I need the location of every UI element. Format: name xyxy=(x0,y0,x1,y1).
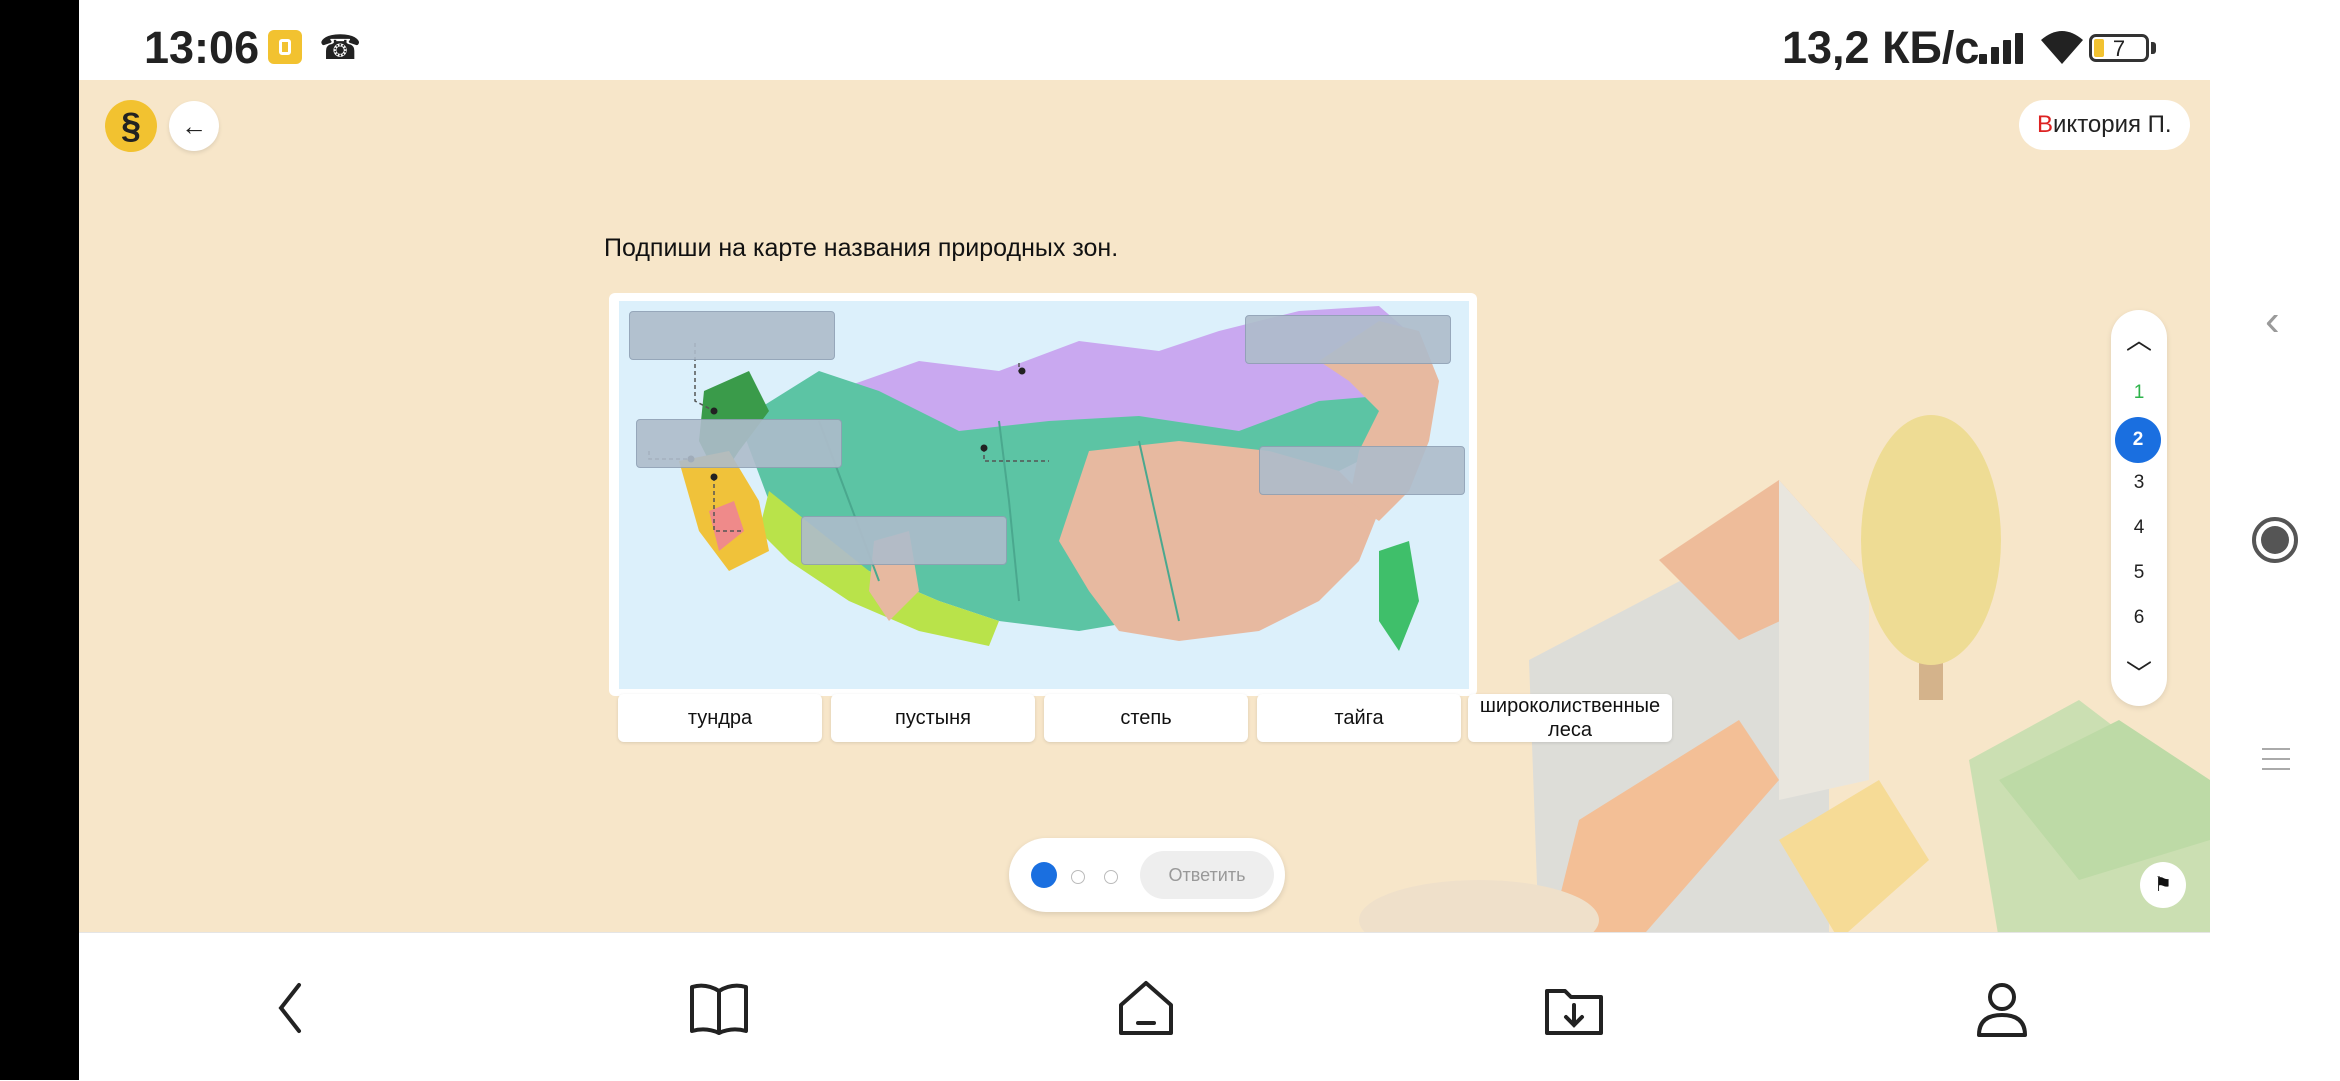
question-number-1[interactable]: 1 xyxy=(2111,382,2167,404)
status-time: 13:06 xyxy=(144,22,260,73)
answer-option-steppe[interactable]: степь xyxy=(1044,694,1248,742)
book-icon[interactable] xyxy=(684,973,754,1043)
chevron-down-icon[interactable]: ﹀ xyxy=(2111,654,2167,691)
map-label-slot-3[interactable] xyxy=(636,419,842,468)
question-number-2[interactable]: 2 xyxy=(2115,417,2161,463)
downloads-icon[interactable] xyxy=(1539,973,1609,1043)
task-pager: Ответить xyxy=(1009,838,1285,912)
pager-dot-1[interactable] xyxy=(1031,862,1057,888)
question-text: Подпиши на карте названия природных зон. xyxy=(604,234,1119,262)
back-icon[interactable] xyxy=(259,973,329,1043)
submit-answer-button[interactable]: Ответить xyxy=(1140,851,1274,899)
status-bar: 13:06 ☎ 13,2 КБ/с 7 xyxy=(79,0,2210,80)
question-number-5[interactable]: 5 xyxy=(2111,562,2167,584)
answer-option-broadleaf-forest[interactable]: широколиственные леса xyxy=(1468,694,1672,742)
pager-dot-3[interactable] xyxy=(1104,870,1118,884)
question-number-4[interactable]: 4 xyxy=(2111,517,2167,539)
arrow-left-icon: ← xyxy=(181,111,207,141)
pager-dot-2[interactable] xyxy=(1071,870,1085,884)
russia-natural-zones-map xyxy=(619,301,1469,689)
battery-icon: 7 xyxy=(2089,34,2149,62)
app-content: § ← Виктория П. Подпиши на карте названи… xyxy=(79,80,2210,932)
answer-option-tundra[interactable]: тундра xyxy=(618,694,822,742)
wifi-icon xyxy=(2041,31,2083,64)
flag-icon[interactable]: ⚑ xyxy=(2140,862,2186,908)
question-number-3[interactable]: 3 xyxy=(2111,472,2167,494)
network-speed: 13,2 КБ/с xyxy=(1782,22,1980,73)
app-logo[interactable]: § xyxy=(105,100,157,152)
user-name-rest: иктория П. xyxy=(2053,111,2172,138)
home-icon[interactable] xyxy=(1111,973,1181,1043)
answer-option-desert[interactable]: пустыня xyxy=(831,694,1035,742)
question-navigator: ︿ 1 2 3 4 5 6 ﹀ xyxy=(2111,310,2167,706)
menu-icon[interactable] xyxy=(2262,748,2290,772)
chevron-left-icon[interactable]: ‹ xyxy=(2265,296,2280,346)
missed-call-icon: ☎ xyxy=(319,29,362,67)
user-name-initial: В xyxy=(2037,111,2054,138)
profile-icon[interactable] xyxy=(1967,973,2037,1043)
chevron-up-icon[interactable]: ︿ xyxy=(2111,320,2167,357)
back-button[interactable]: ← xyxy=(169,101,219,151)
map-label-slot-1[interactable] xyxy=(629,311,835,360)
map-label-slot-4[interactable] xyxy=(1259,446,1465,495)
bottom-navigation xyxy=(79,932,2210,1081)
record-icon[interactable] xyxy=(2252,517,2298,563)
signal-icon xyxy=(1979,32,2027,64)
battery-level: 7 xyxy=(2112,36,2126,61)
app-notification-icon xyxy=(268,30,302,64)
question-number-6[interactable]: 6 xyxy=(2111,607,2167,629)
map-label-slot-2[interactable] xyxy=(1245,315,1451,364)
screen-bezel xyxy=(0,0,79,1080)
map-label-slot-5[interactable] xyxy=(801,516,1007,565)
answer-option-taiga[interactable]: тайга xyxy=(1257,694,1461,742)
map-card xyxy=(609,293,1477,696)
user-profile-chip[interactable]: Виктория П. xyxy=(2019,100,2190,150)
